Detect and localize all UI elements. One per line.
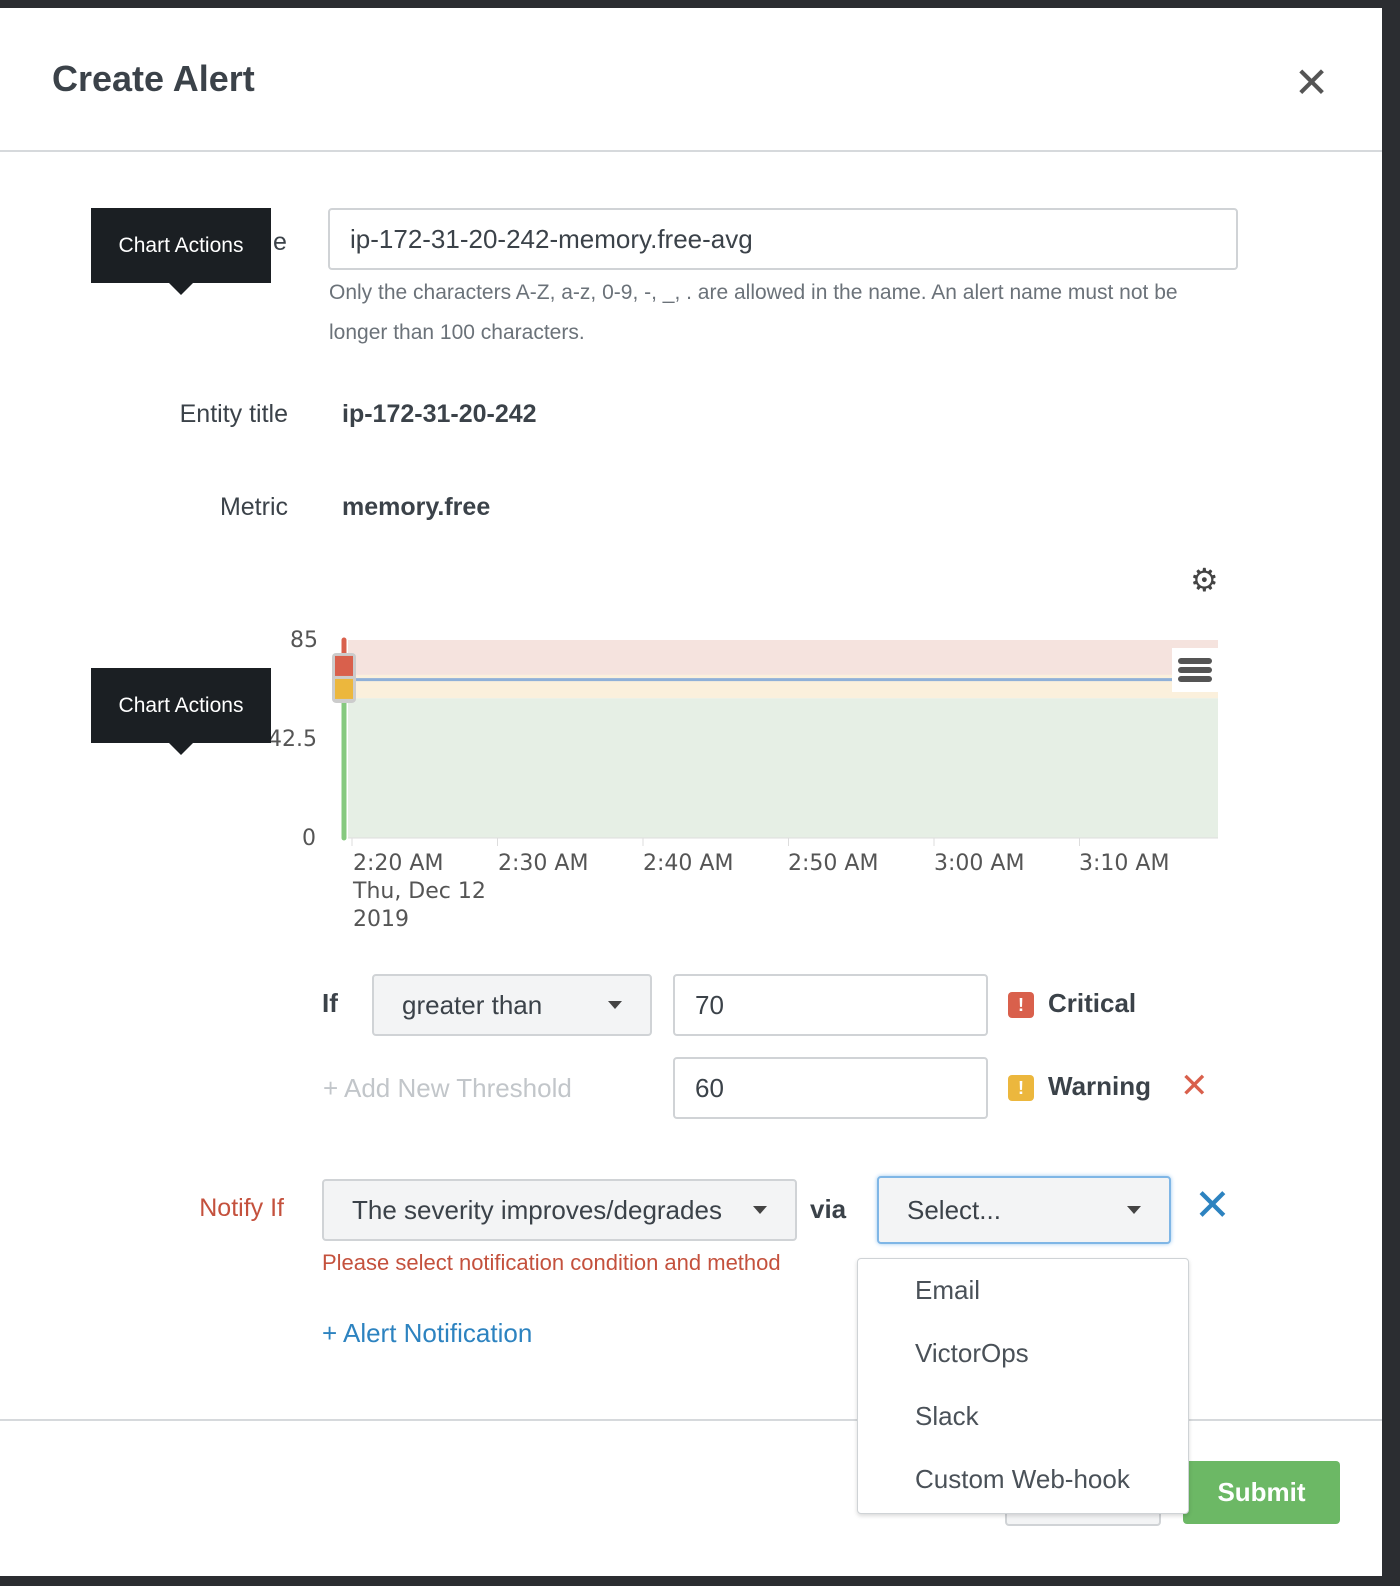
via-label: via	[810, 1194, 847, 1224]
notify-condition-select[interactable]: The severity improves/degrades	[322, 1179, 797, 1241]
y-tick: 42.5	[268, 727, 317, 752]
critical-band	[348, 640, 1218, 675]
notify-method-placeholder: Select...	[907, 1194, 1001, 1225]
chart-actions-tooltip: Chart Actions	[91, 668, 271, 755]
x-tick: 2:20 AM	[353, 851, 444, 876]
operator-select[interactable]: greater than	[372, 974, 652, 1036]
critical-label: Critical	[1048, 988, 1137, 1018]
warning-label: Warning	[1048, 1071, 1152, 1101]
option-victorops[interactable]: VictorOps	[858, 1322, 1188, 1385]
x-tick: 2:30 AM	[498, 851, 589, 876]
add-notification-link[interactable]: + Alert Notification	[322, 1318, 532, 1349]
critical-handle	[335, 655, 353, 676]
operator-value: greater than	[402, 989, 543, 1020]
option-slack[interactable]: Slack	[858, 1385, 1188, 1448]
x-tick: 3:00 AM	[934, 851, 1025, 876]
warning-icon: !	[1008, 1075, 1034, 1101]
threshold-chart	[332, 637, 1218, 846]
notify-method-select[interactable]: Select...	[877, 1176, 1171, 1244]
x-tick-date: Thu, Dec 12	[353, 879, 486, 904]
warning-handle	[335, 678, 353, 699]
chevron-down-icon	[1127, 1206, 1141, 1214]
add-threshold-link[interactable]: + Add New Threshold	[323, 1073, 572, 1104]
submit-button[interactable]: Submit	[1183, 1461, 1340, 1524]
remove-warning-icon[interactable]: ✕	[1180, 1066, 1209, 1106]
option-custom-webhook[interactable]: Custom Web-hook	[858, 1448, 1188, 1511]
create-alert-modal: Create Alert ✕ e Chart Actions ip-172-31…	[0, 8, 1382, 1576]
option-email[interactable]: Email	[858, 1259, 1188, 1322]
remove-notification-icon[interactable]: ✕	[1194, 1180, 1231, 1231]
y-tick: 85	[290, 628, 318, 653]
if-label: If	[322, 988, 338, 1018]
critical-threshold-input[interactable]: 70	[673, 974, 988, 1036]
x-tick: 3:10 AM	[1079, 851, 1170, 876]
ok-band	[348, 698, 1218, 838]
notify-condition-value: The severity improves/degrades	[352, 1194, 722, 1225]
chart-menu-icon[interactable]	[1172, 648, 1218, 692]
notify-if-label: Notify If	[199, 1194, 284, 1222]
x-tick: 2:40 AM	[643, 851, 734, 876]
notify-error: Please select notification condition and…	[322, 1250, 781, 1275]
notify-method-dropdown: Email VictorOps Slack Custom Web-hook	[857, 1258, 1189, 1514]
chevron-down-icon	[608, 1001, 622, 1009]
critical-icon: !	[1008, 992, 1034, 1018]
x-tick: 2:50 AM	[788, 851, 879, 876]
y-tick: 0	[302, 826, 316, 851]
warning-threshold-input[interactable]: 60	[673, 1057, 988, 1119]
x-tick-year: 2019	[353, 907, 409, 932]
chevron-down-icon	[753, 1206, 767, 1214]
